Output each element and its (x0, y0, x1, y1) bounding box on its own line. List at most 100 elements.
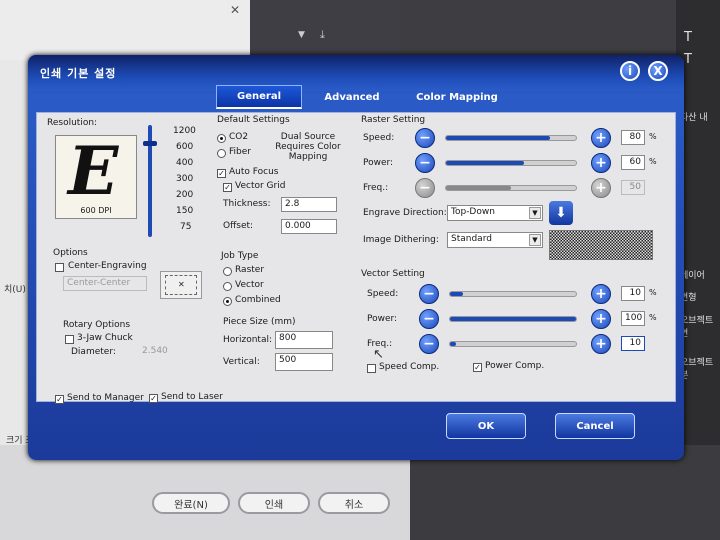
download-icon[interactable]: ⤓ (320, 28, 325, 42)
text-tool-icon-2[interactable]: T (684, 52, 692, 67)
diameter-input[interactable]: 2.540 (139, 345, 179, 360)
piece-size-label: Piece Size (mm) (223, 317, 296, 327)
resolution-level-300[interactable]: 300 (176, 174, 193, 184)
vector-speed-unit: % (649, 288, 657, 297)
thickness-input[interactable]: 2.8 (281, 197, 337, 212)
vector-power-unit: % (649, 313, 657, 322)
engrave-direction-select[interactable]: Top-Down ▼ (447, 205, 543, 221)
rotary-options-label: Rotary Options (63, 320, 131, 330)
help-button[interactable]: i (620, 61, 640, 81)
raster-power-increase-button[interactable]: + (591, 153, 611, 173)
speed-comp-checkbox[interactable] (367, 364, 376, 373)
resolution-level-600[interactable]: 600 (176, 142, 193, 152)
close-button[interactable]: X (648, 61, 668, 81)
raster-power-value[interactable]: 60 (621, 155, 645, 170)
job-type-vector-radio[interactable] (223, 282, 232, 291)
raster-speed-unit: % (649, 132, 657, 141)
close-icon[interactable]: ✕ (230, 3, 240, 17)
background-toolbar: ▼ ⤓ (250, 0, 400, 60)
resolution-level-200[interactable]: 200 (176, 190, 193, 200)
raster-speed-value[interactable]: 80 (621, 130, 645, 145)
engrave-direction-label: Engrave Direction: (363, 208, 447, 218)
tab-color-mapping[interactable]: Color Mapping (402, 85, 512, 109)
ok-button[interactable]: OK (446, 413, 526, 439)
send-to-manager-checkbox[interactable]: ✓ (55, 395, 64, 404)
raster-power-slider[interactable] (445, 160, 577, 166)
speed-comp-label: Speed Comp. (379, 362, 440, 372)
vector-freq-value[interactable]: 10 (621, 336, 645, 351)
thickness-label: Thickness: (223, 199, 271, 209)
vector-speed-value[interactable]: 10 (621, 286, 645, 301)
raster-freq-decrease-button[interactable]: − (415, 178, 435, 198)
resolution-preview: E 600 DPI (55, 132, 137, 219)
vector-power-slider[interactable] (449, 316, 577, 322)
done-button[interactable]: 완료(N) (152, 492, 230, 514)
job-type-combined-label: Combined (235, 295, 281, 305)
print-button[interactable]: 인쇄 (238, 492, 310, 514)
center-marker-icon: ✕ (178, 280, 185, 289)
raster-speed-increase-button[interactable]: + (591, 128, 611, 148)
image-dithering-select[interactable]: Standard ▼ (447, 232, 543, 248)
vector-speed-slider[interactable] (449, 291, 577, 297)
tab-advanced[interactable]: Advanced (312, 85, 392, 109)
raster-speed-slider[interactable] (445, 135, 577, 141)
resolution-level-400[interactable]: 400 (176, 158, 193, 168)
vector-speed-increase-button[interactable]: + (591, 284, 611, 304)
send-to-laser-label: Send to Laser (161, 392, 223, 402)
slider-fill (446, 136, 550, 140)
raster-speed-decrease-button[interactable]: − (415, 128, 435, 148)
slider-fill (450, 317, 576, 321)
source-fiber-radio[interactable] (217, 149, 226, 158)
vector-speed-decrease-button[interactable]: − (419, 284, 439, 304)
resolution-level-1200[interactable]: 1200 (173, 126, 196, 136)
center-position-select[interactable]: Center-Center (63, 276, 147, 291)
center-engraving-label: Center-Engraving (68, 261, 147, 271)
slider-fill (450, 342, 457, 346)
source-co2-label: CO2 (229, 132, 249, 142)
vertical-input[interactable]: 500 (275, 353, 333, 371)
source-co2-radio[interactable] (217, 134, 226, 143)
dithering-preview (549, 230, 653, 260)
vector-freq-increase-button[interactable]: + (591, 334, 611, 354)
vector-power-increase-button[interactable]: + (591, 309, 611, 329)
raster-speed-label: Speed: (363, 133, 395, 143)
source-fiber-label: Fiber (229, 147, 251, 157)
center-engraving-checkbox[interactable] (55, 263, 64, 272)
raster-freq-increase-button[interactable]: + (591, 178, 611, 198)
offset-label: Offset: (223, 221, 254, 231)
raster-freq-slider[interactable] (445, 185, 577, 191)
horizontal-input[interactable]: 800 (275, 331, 333, 349)
vector-grid-checkbox[interactable]: ✓ (223, 183, 232, 192)
tab-general[interactable]: General (216, 85, 302, 109)
send-to-laser-checkbox[interactable]: ✓ (149, 394, 158, 403)
chevron-down-icon[interactable]: ▼ (298, 30, 305, 40)
send-to-manager-label: Send to Manager (67, 393, 144, 403)
vector-power-value[interactable]: 100 (621, 311, 645, 326)
cancel-button[interactable]: Cancel (555, 413, 635, 439)
text-tool-icon[interactable]: T (684, 30, 692, 45)
dpi-label: 600 DPI (80, 206, 112, 215)
right-panel-label-object-split: 오브젝트 분 (680, 358, 714, 381)
cancel-bg-button[interactable]: 취소 (318, 492, 390, 514)
raster-power-decrease-button[interactable]: − (415, 153, 435, 173)
vector-freq-slider[interactable] (449, 341, 577, 347)
raster-freq-value[interactable]: 50 (621, 180, 645, 195)
mouse-cursor-icon: ↖ (373, 347, 384, 362)
auto-focus-checkbox[interactable]: ✓ (217, 169, 226, 178)
resolution-slider-thumb[interactable] (143, 141, 157, 146)
resolution-level-150[interactable]: 150 (176, 206, 193, 216)
arrow-down-icon[interactable]: ⬇ (549, 201, 573, 225)
vector-power-decrease-button[interactable]: − (419, 309, 439, 329)
offset-input[interactable]: 0.000 (281, 219, 337, 234)
horizontal-label: Horizontal: (223, 335, 272, 345)
power-comp-checkbox[interactable]: ✓ (473, 363, 482, 372)
vector-freq-decrease-button[interactable]: − (419, 334, 439, 354)
slider-fill (450, 292, 463, 296)
three-jaw-chuck-checkbox[interactable] (65, 335, 74, 344)
center-position-grid[interactable]: ✕ (160, 271, 202, 299)
job-type-raster-radio[interactable] (223, 267, 232, 276)
resolution-level-75[interactable]: 75 (180, 222, 191, 232)
resolution-label: Resolution: (47, 118, 98, 128)
preview-letter: E (68, 132, 119, 210)
job-type-combined-radio[interactable] (223, 297, 232, 306)
